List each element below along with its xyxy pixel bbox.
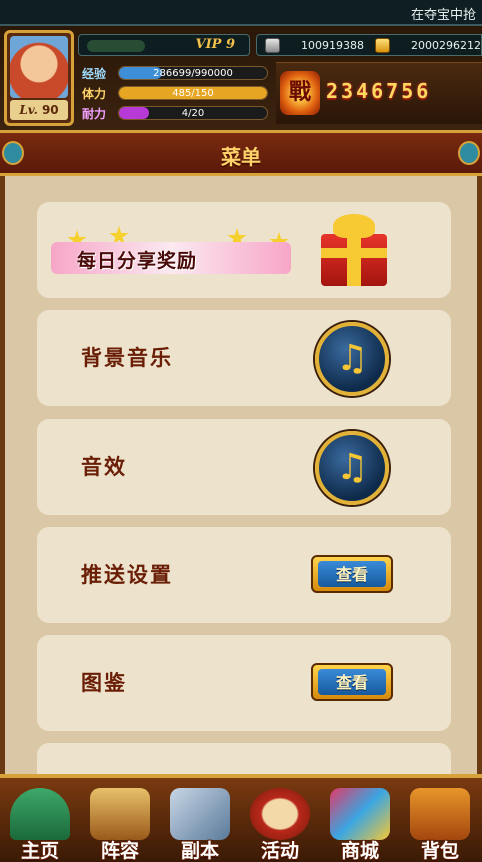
gems-icon xyxy=(330,788,390,840)
swords-icon xyxy=(170,788,230,840)
sound-fx-label: 音效 xyxy=(81,455,127,479)
push-settings-card: 推送设置 查看 xyxy=(37,527,451,623)
stat-exp: 经验 286699/990000 xyxy=(78,64,270,82)
stat-exp-text: 286699/990000 xyxy=(153,68,233,79)
codex-view-button[interactable]: 查看 xyxy=(311,663,393,701)
nav-dungeon-label: 副本 xyxy=(180,840,219,862)
home-icon xyxy=(10,788,70,840)
stat-stamina-text: 485/150 xyxy=(172,88,214,99)
nav-events[interactable]: 活动 xyxy=(242,784,318,862)
chest-icon xyxy=(410,788,470,840)
gift-ribbon xyxy=(347,234,361,286)
sound-fx-toggle[interactable]: ♫ xyxy=(315,431,389,505)
stat-endurance-text: 4/20 xyxy=(181,108,205,119)
gift-ribbon xyxy=(321,248,387,258)
music-note-icon: ♫ xyxy=(335,338,369,379)
daily-share-banner: 每日分享奖励 xyxy=(37,226,295,274)
nav-home-label: 主页 xyxy=(20,840,59,862)
menu-list[interactable]: 每日分享奖励 背景音乐 ♫ 音效 ♫ 推送设置 查看 图鉴 查看 xyxy=(0,176,482,774)
view-button-label: 查看 xyxy=(335,565,368,584)
stat-endurance-bar: 4/20 xyxy=(118,106,268,120)
nav-home[interactable]: 主页 xyxy=(2,784,78,862)
bg-music-card: 背景音乐 ♫ xyxy=(37,310,451,406)
codex-card: 图鉴 查看 xyxy=(37,635,451,731)
bg-music-toggle[interactable]: ♫ xyxy=(315,322,389,396)
stat-stamina-bar: 485/150 xyxy=(118,86,268,100)
nav-bag[interactable]: 背包 xyxy=(402,784,478,862)
player-header: Lv. 90 VIP 9 100919388 2000296212 经验 286… xyxy=(0,26,482,130)
battle-power-value: 2346756 xyxy=(326,79,432,103)
nav-bag-label: 背包 xyxy=(420,840,459,862)
lineup-icon xyxy=(90,788,150,840)
silver-coin-icon xyxy=(265,38,280,53)
nav-shop[interactable]: 商城 xyxy=(322,784,398,862)
currency-bar: 100919388 2000296212 xyxy=(256,34,482,56)
nav-events-label: 活动 xyxy=(260,840,299,862)
stat-stamina-label: 体力 xyxy=(82,87,107,101)
level-prefix: Lv. xyxy=(19,103,38,117)
news-ticker: 在夺宝中抢 xyxy=(0,0,482,26)
nav-lineup[interactable]: 阵容 xyxy=(82,784,158,862)
bottom-nav: 主页 阵容 副本 活动 商城 背包 xyxy=(0,774,482,862)
stat-endurance-label: 耐力 xyxy=(82,107,107,121)
gold-coin-icon xyxy=(375,38,390,53)
ticker-text: 在夺宝中抢 xyxy=(410,8,476,23)
menu-title-bar: 菜单 xyxy=(0,130,482,176)
nav-shop-label: 商城 xyxy=(340,840,379,862)
stat-endurance: 耐力 4/20 xyxy=(78,104,270,122)
push-settings-label: 推送设置 xyxy=(81,563,173,587)
page-title: 菜单 xyxy=(221,145,261,169)
stat-stamina: 体力 485/150 xyxy=(78,84,270,102)
nav-lineup-label: 阵容 xyxy=(100,840,139,862)
gift-bow xyxy=(333,214,375,238)
level-badge: Lv. 90 xyxy=(10,100,68,120)
sound-fx-card: 音效 ♫ xyxy=(37,419,451,515)
stat-exp-bar: 286699/990000 xyxy=(118,66,268,80)
view-button-label: 查看 xyxy=(335,673,368,692)
name-bar: VIP 9 xyxy=(78,34,250,56)
codex-label: 图鉴 xyxy=(81,671,127,695)
avatar-button[interactable]: Lv. 90 xyxy=(4,30,74,126)
nav-dungeon[interactable]: 副本 xyxy=(162,784,238,862)
music-note-icon: ♫ xyxy=(335,447,369,488)
drum-icon xyxy=(250,788,310,840)
battle-power: 戰 2346756 xyxy=(276,62,482,124)
vip-badge[interactable]: VIP 9 xyxy=(195,37,235,52)
player-name xyxy=(87,40,145,52)
battle-power-icon: 戰 xyxy=(280,71,320,115)
avatar xyxy=(10,36,68,98)
daily-share-card[interactable]: 每日分享奖励 xyxy=(37,202,451,298)
bg-music-label: 背景音乐 xyxy=(81,346,173,370)
level-value: 90 xyxy=(41,103,59,117)
menu-card-partial[interactable] xyxy=(37,743,451,774)
silver-amount: 100919388 xyxy=(301,39,364,52)
stat-exp-label: 经验 xyxy=(82,67,107,81)
push-settings-view-button[interactable]: 查看 xyxy=(311,555,393,593)
gift-box-icon[interactable] xyxy=(315,212,393,288)
gold-amount: 2000296212 xyxy=(411,39,481,52)
daily-share-label: 每日分享奖励 xyxy=(77,250,198,272)
